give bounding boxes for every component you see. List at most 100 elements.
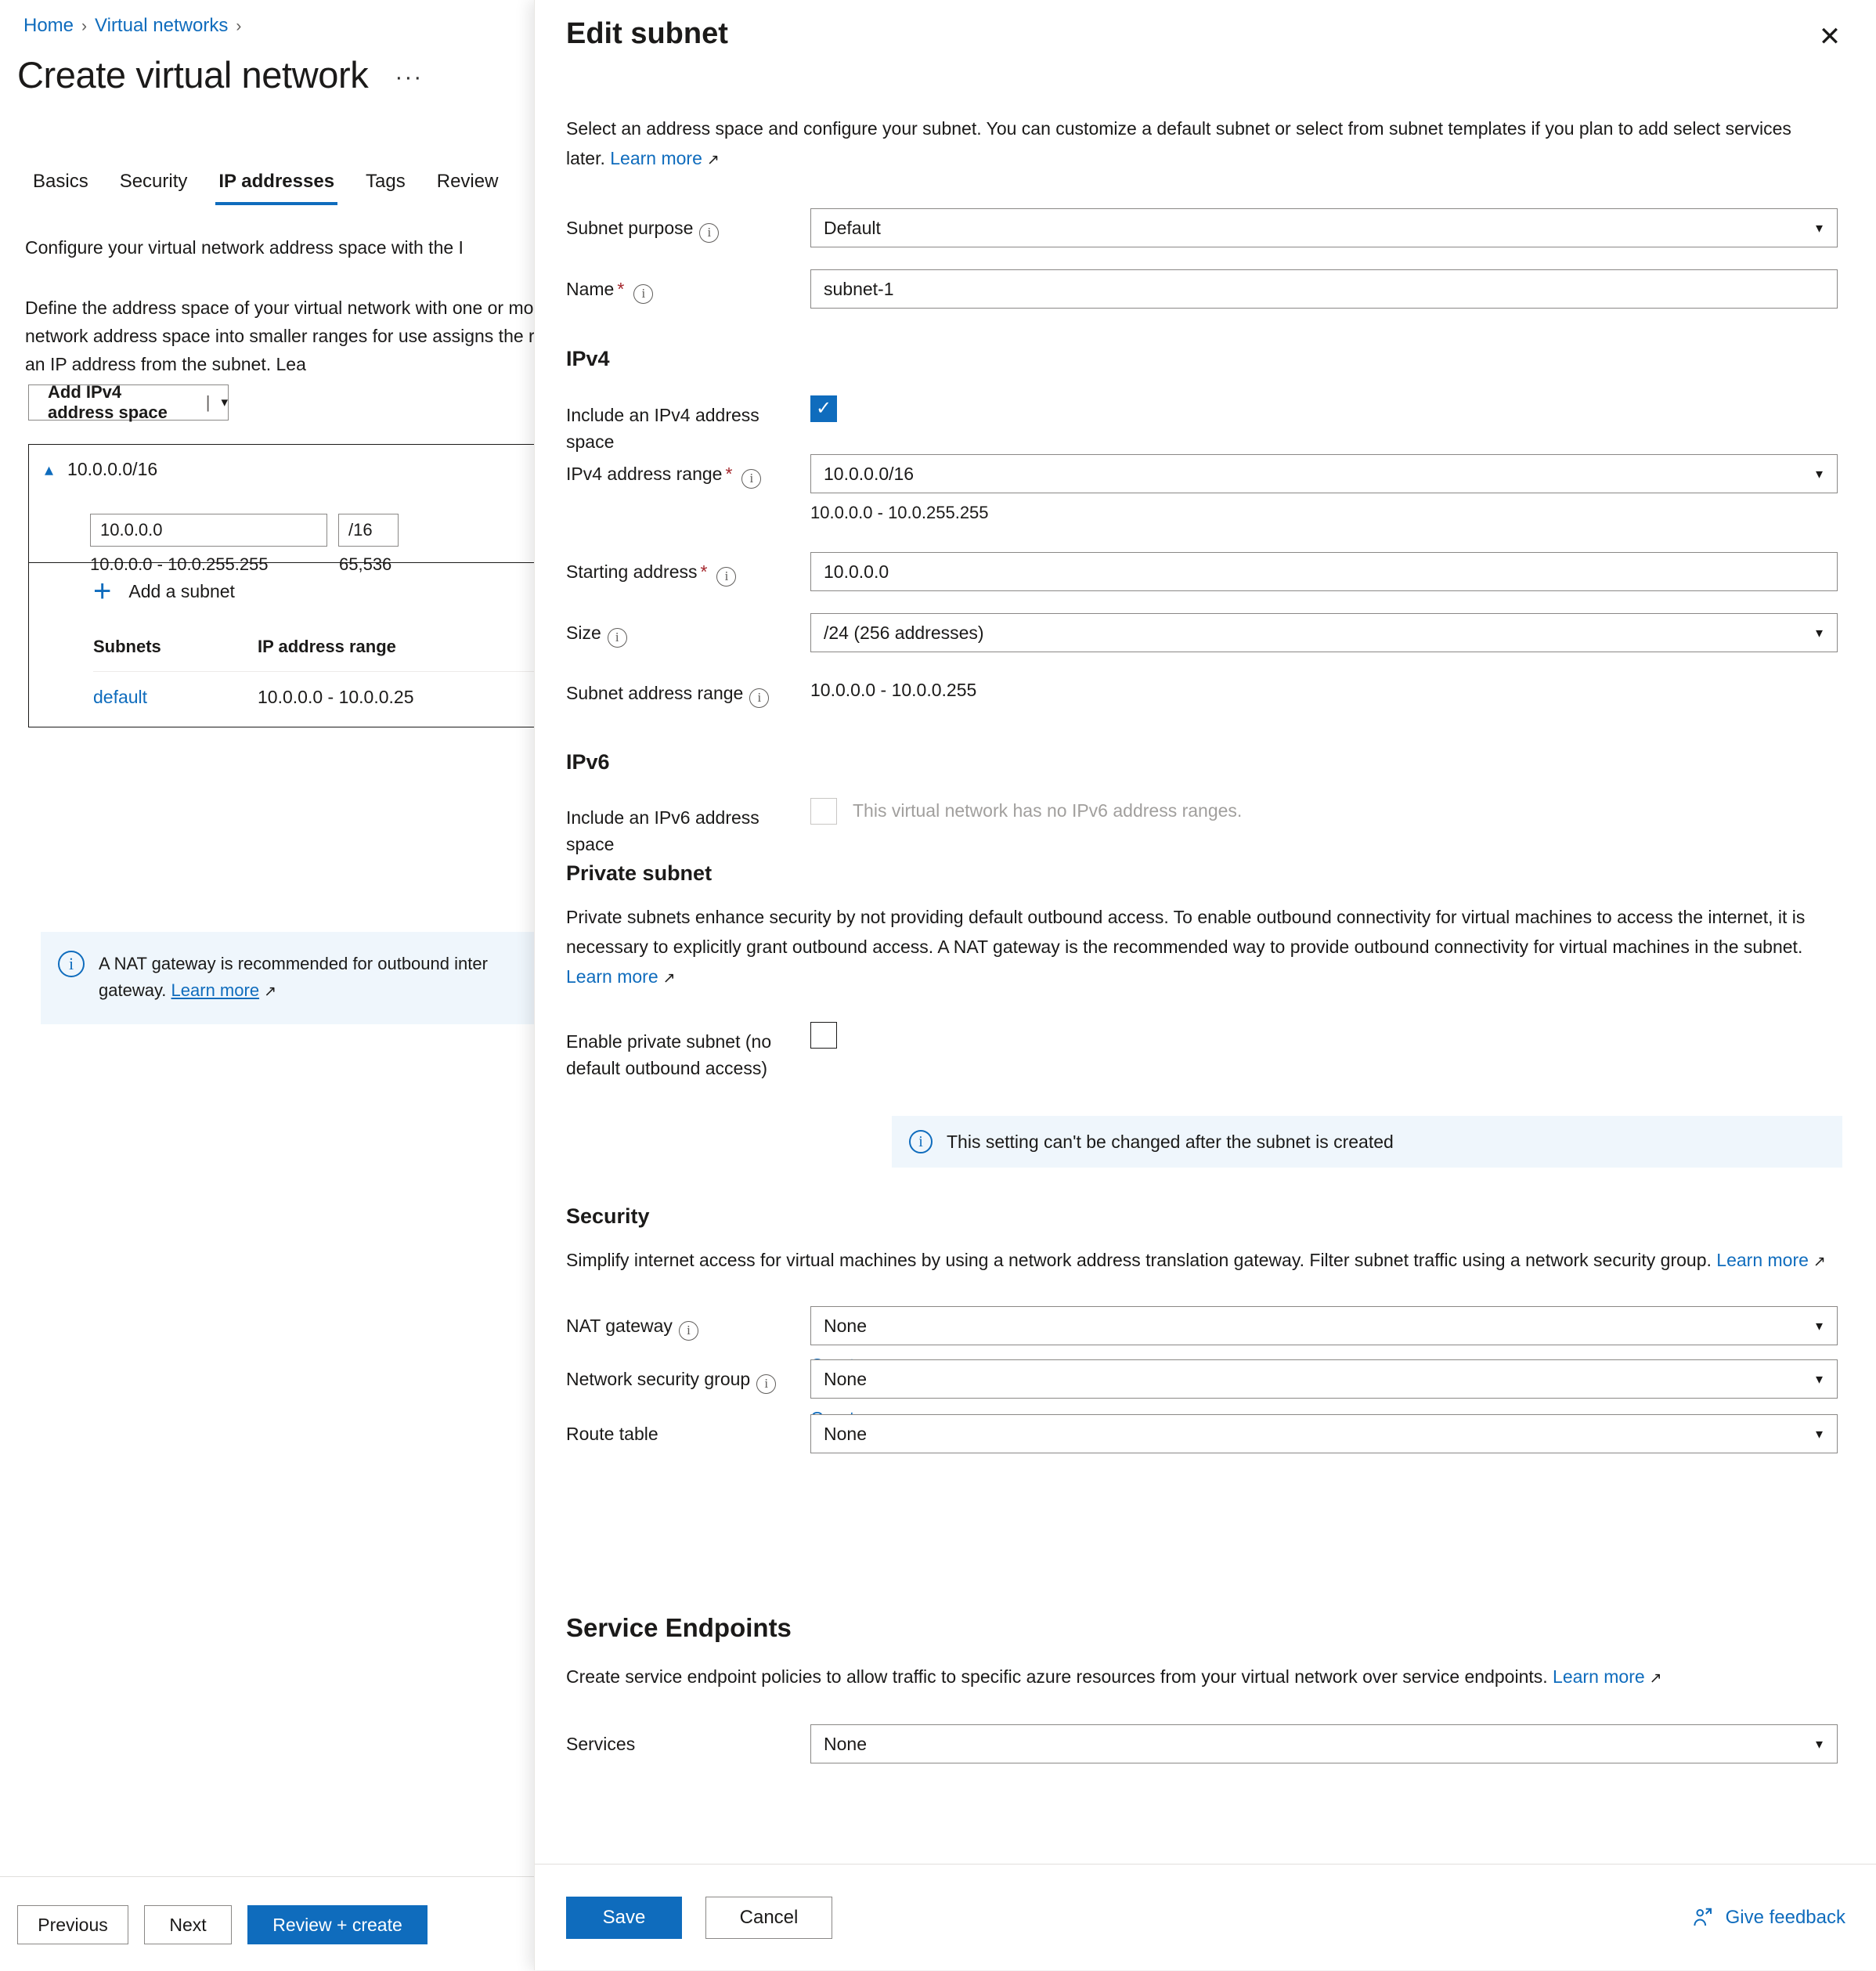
starting-address-input[interactable]: 10.0.0.0 [810,552,1838,591]
starting-address-label-text: Starting address [566,561,698,582]
size-control: /24 (256 addresses) ▾ [810,613,1838,652]
enable-private-subnet-control [810,1022,1838,1049]
info-icon[interactable]: i [749,688,770,708]
external-link-icon: ↗ [706,152,720,168]
chevron-down-icon: ▾ [1815,1425,1823,1442]
ipv4-address-range-label: IPv4 address range * i [566,454,810,489]
tab-ip-addresses[interactable]: IP addresses [203,166,350,205]
include-ipv6-checkbox [810,798,837,825]
private-subnet-info-banner: i This setting can't be changed after th… [892,1116,1842,1168]
breadcrumb-home[interactable]: Home [23,15,74,36]
review-create-button[interactable]: Review + create [247,1905,428,1944]
field-row-enable-private-subnet: Enable private subnet (no default outbou… [566,1022,1842,1081]
edit-subnet-panel: Edit subnet ✕ Select an address space an… [534,0,1876,1970]
nat-banner-learn-more-link[interactable]: Learn more [171,980,260,1000]
subnet-address-range-label: Subnet address range i [566,673,810,708]
include-ipv6-control: This virtual network has no IPv6 address… [810,798,1838,825]
info-icon[interactable]: i [756,1374,777,1394]
ipv4-section-heading: IPv4 [566,347,610,370]
add-ipv4-address-space-label: Add IPv4 address space [48,382,168,422]
service-endpoints-learn-more-link[interactable]: Learn more [1553,1666,1645,1687]
subnet-name-link[interactable]: default [93,687,258,708]
security-heading: Security [566,1204,650,1228]
feedback-person-icon [1693,1908,1712,1926]
more-options-button[interactable]: ··· [395,64,423,91]
field-row-subnet-address-range: Subnet address range i 10.0.0.0 - 10.0.0.… [566,673,1842,708]
ipv4-address-range-select[interactable]: 10.0.0.0/16 ▾ [810,454,1838,493]
give-feedback-button[interactable]: Give feedback [1691,1906,1845,1929]
size-value: /24 (256 addresses) [824,622,984,643]
table-row: default 10.0.0.0 - 10.0.0.25 [29,657,545,708]
security-paragraph-text: Simplify internet access for virtual mac… [566,1250,1717,1270]
address-space-header[interactable]: ▴ 10.0.0.0/16 [29,445,545,480]
service-endpoints-paragraph: Create service endpoint policies to allo… [566,1662,1835,1694]
chevron-down-icon: ▾ [1815,1735,1823,1752]
nat-banner-text-after: gateway. [99,980,171,1000]
info-icon[interactable]: i [699,222,720,243]
chevron-down-icon[interactable]: ▾ [221,395,228,410]
route-table-control: None ▾ [810,1414,1838,1453]
name-input[interactable]: subnet-1 [810,269,1838,309]
include-ipv4-control [810,395,1838,422]
tab-tags[interactable]: Tags [350,166,421,205]
info-icon[interactable]: i [716,566,737,587]
include-ipv4-checkbox[interactable] [810,395,837,422]
services-select[interactable]: None ▾ [810,1724,1838,1763]
starting-address-label: Starting address * i [566,552,810,587]
address-space-prefix-input[interactable]: /16 [338,514,399,547]
plus-icon: + [93,574,112,608]
address-space-card: ▴ 10.0.0.0/16 10.0.0.0 /16 10.0.0.0 - 10… [28,444,545,574]
ipv4-address-range-label-text: IPv4 address range [566,464,723,484]
cancel-button[interactable]: Cancel [705,1897,832,1939]
chevron-down-icon: ▾ [1815,624,1823,641]
subnet-purpose-select[interactable]: Default ▾ [810,208,1838,247]
name-label-text: Name [566,279,615,299]
close-icon[interactable]: ✕ [1813,20,1846,53]
previous-button[interactable]: Previous [17,1905,128,1944]
table-divider [93,671,545,672]
size-select[interactable]: /24 (256 addresses) ▾ [810,613,1838,652]
breadcrumb-virtual-networks[interactable]: Virtual networks [95,15,228,36]
route-table-select[interactable]: None ▾ [810,1414,1838,1453]
field-row-size: Size i /24 (256 addresses) ▾ [566,613,1842,652]
column-header-ip-address-range: IP address range [258,637,396,656]
enable-private-subnet-checkbox[interactable] [810,1022,837,1049]
panel-description-learn-more-link[interactable]: Learn more [610,148,702,168]
info-icon[interactable]: i [633,283,654,304]
nat-banner-text-before: A NAT gateway is recommended for outboun… [99,954,488,973]
save-button[interactable]: Save [566,1897,682,1939]
enable-private-subnet-label: Enable private subnet (no default outbou… [566,1031,772,1078]
info-icon: i [909,1130,933,1153]
network-security-group-label-text: Network security group [566,1369,751,1389]
subnet-address-range-value: 10.0.0.0 - 10.0.0.255 [810,680,977,700]
address-space-cidr: 10.0.0.0/16 [67,459,158,479]
nat-gateway-info-text: A NAT gateway is recommended for outboun… [99,951,545,1005]
starting-address-control: 10.0.0.0 [810,552,1838,591]
info-icon[interactable]: i [607,627,627,648]
add-a-subnet-button[interactable]: + Add a subnet [28,563,545,619]
info-icon[interactable]: i [741,468,762,489]
address-space-start-input[interactable]: 10.0.0.0 [90,514,327,547]
info-icon[interactable]: i [678,1320,698,1341]
ipv4-address-range-value: 10.0.0.0/16 [824,463,915,484]
chevron-up-icon[interactable]: ▴ [45,460,53,478]
edit-subnet-scroll-area: Edit subnet ✕ Select an address space an… [535,0,1876,1864]
panel-title: Edit subnet [566,17,728,50]
field-row-include-ipv6: Include an IPv6 address space This virtu… [566,798,1842,857]
route-table-value: None [824,1423,867,1444]
private-subnet-learn-more-link[interactable]: Learn more [566,966,658,987]
security-learn-more-link[interactable]: Learn more [1716,1250,1809,1270]
next-button[interactable]: Next [144,1905,232,1944]
include-ipv6-label: Include an IPv6 address space [566,807,759,854]
add-ipv4-address-space-button[interactable]: Add IPv4 address space | ▾ [28,382,229,422]
network-security-group-select[interactable]: None ▾ [810,1359,1838,1399]
nat-gateway-select[interactable]: None ▾ [810,1306,1838,1345]
tab-review[interactable]: Review [421,166,514,205]
address-space-description-paragraph: Define the address space of your virtual… [25,298,548,374]
size-label: Size i [566,613,810,648]
external-link-icon: ↗ [662,970,676,987]
tab-security[interactable]: Security [104,166,204,205]
route-table-label: Route table [566,1424,658,1444]
tab-basics[interactable]: Basics [17,166,104,205]
service-endpoints-heading: Service Endpoints [566,1613,792,1642]
